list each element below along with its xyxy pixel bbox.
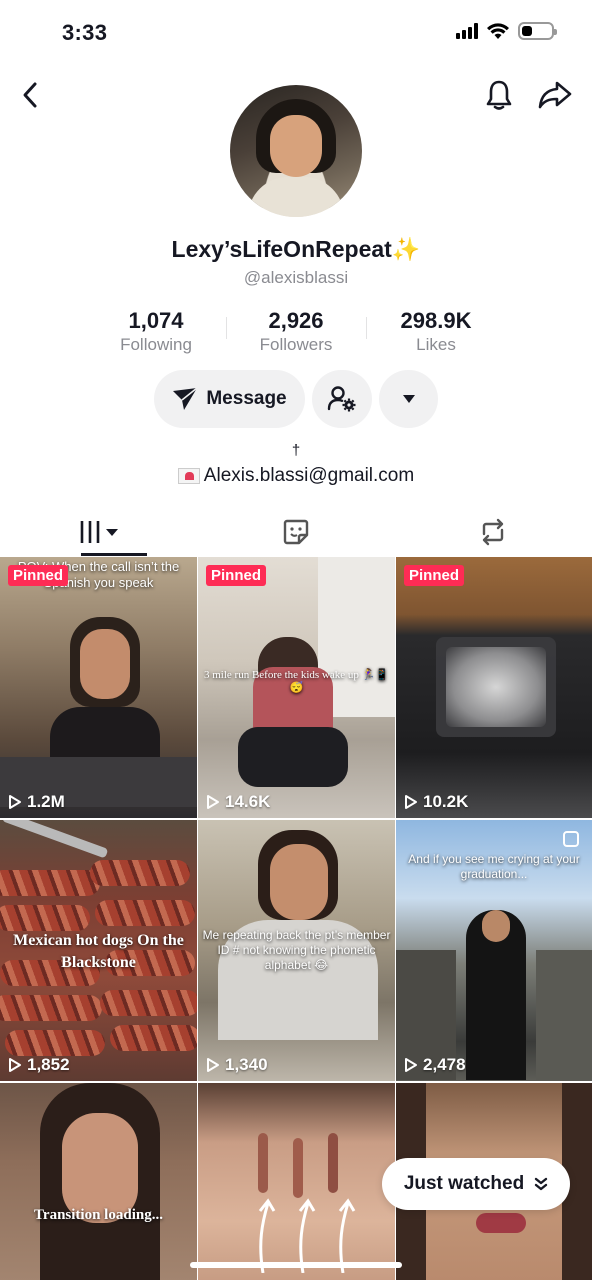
video-tile[interactable]: 3 mile run Before the kids wake up 🏃‍♀️📱… xyxy=(198,557,395,818)
profile-stats: 1,074 Following 2,926 Followers 298.9K L… xyxy=(86,307,506,355)
notification-bell-button[interactable] xyxy=(482,78,516,112)
user-settings-button[interactable] xyxy=(312,370,372,428)
pinned-badge: Pinned xyxy=(8,565,69,586)
bio-email-text[interactable]: Alexis.blassi@gmail.com xyxy=(204,465,414,487)
battery-level xyxy=(522,26,532,36)
view-count: 1,340 xyxy=(206,1055,268,1075)
view-count-text: 1,852 xyxy=(27,1055,70,1074)
video-tile[interactable] xyxy=(198,1083,395,1280)
play-icon xyxy=(207,795,219,809)
battery-icon xyxy=(518,22,557,40)
display-name: Lexy’sLifeOnRepeat✨ xyxy=(171,236,421,262)
video-caption: Transition loading... xyxy=(34,1207,163,1223)
stat-likes[interactable]: 298.9K Likes xyxy=(366,307,506,355)
video-tile[interactable]: Me repeating back the pt’s member ID # n… xyxy=(198,820,395,1081)
view-count: 2,478 xyxy=(404,1055,466,1075)
profile-avatar[interactable] xyxy=(230,85,362,217)
view-count-text: 2,478 xyxy=(423,1055,466,1074)
back-button[interactable] xyxy=(14,78,46,112)
sticker-icon xyxy=(283,519,309,545)
share-button[interactable] xyxy=(536,78,574,112)
share-arrow-icon xyxy=(538,81,572,109)
stat-following[interactable]: 1,074 Following xyxy=(86,307,226,355)
stat-value: 298.9K xyxy=(400,308,472,333)
pinned-badge: Pinned xyxy=(404,565,465,586)
just-watched-label: Just watched xyxy=(403,1173,525,1194)
video-tile[interactable]: And if you see me crying at your graduat… xyxy=(396,820,592,1081)
status-time: 3:33 xyxy=(62,20,108,45)
video-caption: And if you see me crying at your graduat… xyxy=(408,852,580,881)
view-count: 14.6K xyxy=(206,792,270,812)
caret-down-icon xyxy=(402,395,415,403)
video-caption: 3 mile run Before the kids wake up 🏃‍♀️📱… xyxy=(203,669,390,694)
video-tile[interactable]: Transition loading... xyxy=(0,1083,197,1280)
play-icon xyxy=(9,1058,21,1072)
video-caption: Mexican hot dogs On the Blackstone xyxy=(13,932,184,971)
profile-tabs xyxy=(0,508,592,556)
play-icon xyxy=(405,795,417,809)
repost-icon xyxy=(483,518,504,546)
chevron-left-icon xyxy=(23,82,37,108)
status-icons xyxy=(456,22,557,40)
username: @alexisblassi xyxy=(243,268,349,287)
tab-reposts[interactable] xyxy=(395,508,592,556)
view-count: 1,852 xyxy=(8,1055,70,1075)
view-count: 1.2M xyxy=(8,792,65,812)
bio-email[interactable]: Alexis.blassi@gmail.com xyxy=(0,465,592,487)
stat-value: 2,926 xyxy=(268,308,324,333)
stat-followers[interactable]: 2,926 Followers xyxy=(226,307,366,355)
play-icon xyxy=(207,1058,219,1072)
wifi-icon xyxy=(487,23,509,39)
user-gear-icon xyxy=(327,386,356,412)
message-button[interactable]: Message xyxy=(154,370,305,428)
bell-icon xyxy=(486,80,512,110)
view-count-text: 1,340 xyxy=(225,1055,268,1074)
stat-label: Following xyxy=(120,335,192,354)
tab-favorites[interactable] xyxy=(197,508,394,556)
grid-icon xyxy=(80,521,118,543)
stat-label: Likes xyxy=(416,335,456,354)
double-chevron-down-icon xyxy=(534,1177,548,1191)
send-icon xyxy=(173,387,198,410)
pinned-badge: Pinned xyxy=(206,565,267,586)
just-watched-button[interactable]: Just watched xyxy=(382,1158,570,1210)
view-count-text: 1.2M xyxy=(27,792,65,811)
view-count-text: 14.6K xyxy=(225,792,271,811)
play-icon xyxy=(9,795,21,809)
view-count-text: 10.2K xyxy=(423,792,469,811)
play-icon xyxy=(405,1058,417,1072)
video-tile[interactable]: Mexican hot dogs On the Blackstone 1,852 xyxy=(0,820,197,1081)
stat-label: Followers xyxy=(259,335,333,354)
stat-value: 1,074 xyxy=(128,308,184,333)
multi-photo-icon xyxy=(563,831,579,847)
bio-line: † xyxy=(291,442,301,459)
more-options-button[interactable] xyxy=(379,370,438,428)
video-caption: Me repeating back the pt’s member ID # n… xyxy=(202,928,391,972)
message-button-label: Message xyxy=(206,388,287,409)
video-tile[interactable]: POV: When the call isn’t the Spanish you… xyxy=(0,557,197,818)
view-count: 10.2K xyxy=(404,792,468,812)
home-indicator[interactable] xyxy=(190,1262,402,1268)
video-tile[interactable]: Pinned 10.2K xyxy=(396,557,592,818)
tab-videos[interactable] xyxy=(0,508,197,556)
status-bar: 3:33 xyxy=(0,0,592,70)
signal-icon xyxy=(456,23,478,39)
love-letter-icon xyxy=(177,468,200,484)
